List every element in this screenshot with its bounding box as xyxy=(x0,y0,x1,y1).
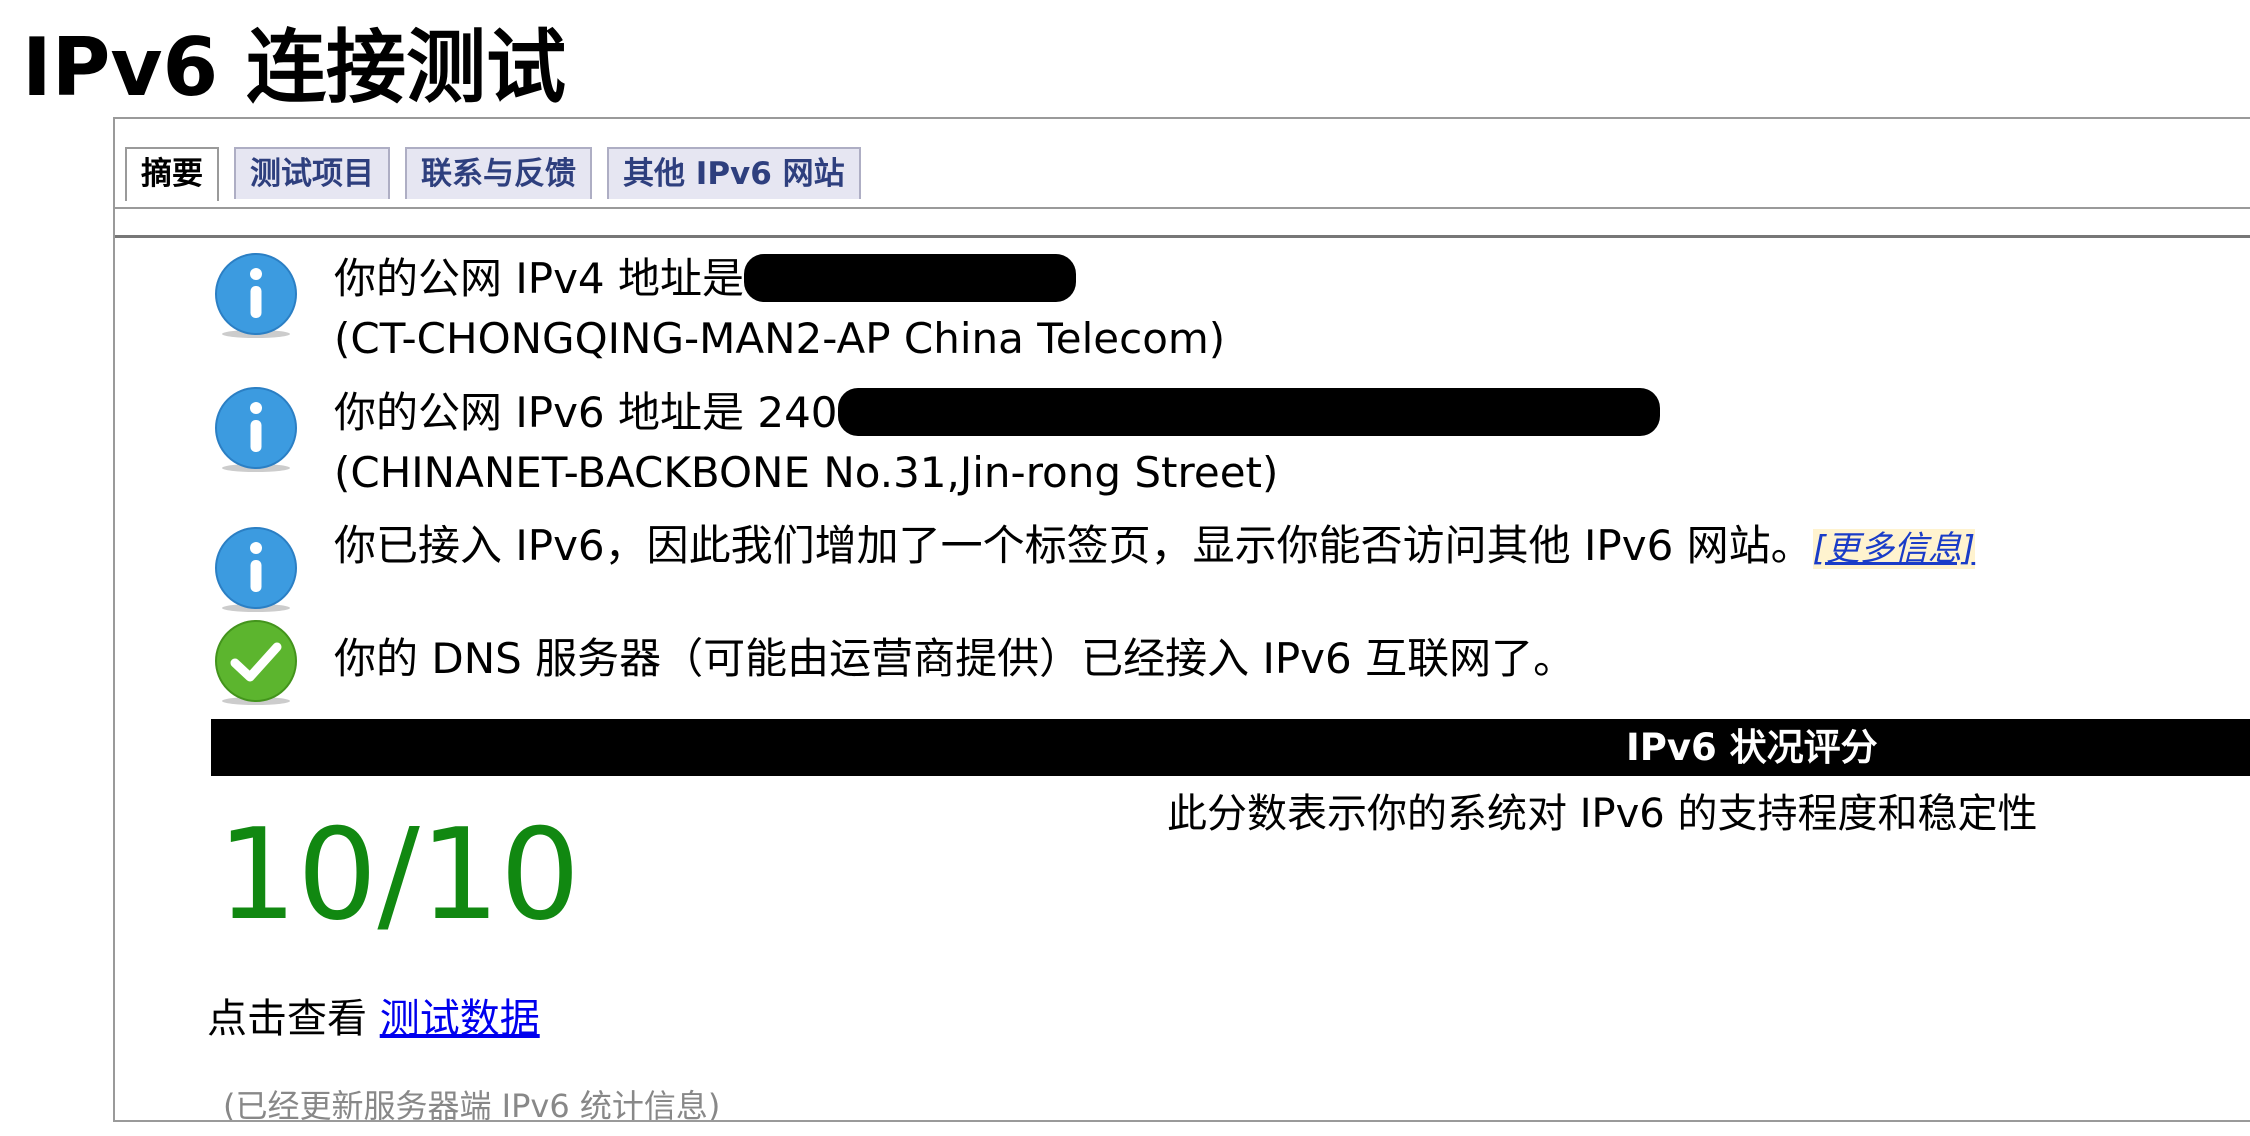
info-icon xyxy=(215,527,297,612)
tab-summary[interactable]: 摘要 xyxy=(125,147,219,201)
ipv6-isp: (CHINANET-BACKBONE No.31,Jin-rong Street… xyxy=(334,448,1279,497)
tab-other-ipv6-sites[interactable]: 其他 IPv6 网站 xyxy=(607,147,861,199)
tab-test-items[interactable]: 测试项目 xyxy=(234,147,390,199)
ipv6-tab-added-text: 你已接入 IPv6，因此我们增加了一个标签页，显示你能否访问其他 IPv6 网站… xyxy=(334,521,1813,570)
ipv6-address-label: 你的公网 IPv6 地址是 240 xyxy=(334,388,838,437)
score-header-bar: IPv6 状况评分 xyxy=(211,719,2250,776)
info-icon xyxy=(215,387,297,472)
stats-updated-note: (已经更新服务器端 IPv6 统计信息) xyxy=(223,1087,721,1122)
tab-bar: 摘要 测试项目 联系与反馈 其他 IPv6 网站 xyxy=(125,147,861,201)
content-divider xyxy=(115,235,2250,238)
dns-text: 你的 DNS 服务器（可能由运营商提供）已经接入 IPv6 互联网了。 xyxy=(334,634,1576,683)
content-frame: 摘要 测试项目 联系与反馈 其他 IPv6 网站 你的公网 IPv4 地址是 (… xyxy=(113,117,2250,1122)
test-data-line: 点击查看 测试数据 xyxy=(207,989,540,1049)
ipv4-isp: (CT-CHONGQING-MAN2-AP China Telecom) xyxy=(334,314,1226,363)
redacted-ipv4-address xyxy=(744,253,1076,302)
ipv4-address-label: 你的公网 IPv4 地址是 xyxy=(334,254,744,303)
test-data-prefix: 点击查看 xyxy=(207,996,380,1042)
test-data-link[interactable]: 测试数据 xyxy=(380,996,540,1042)
score-description: 此分数表示你的系统对 IPv6 的支持程度和稳定性 xyxy=(1167,791,2038,837)
more-info-link[interactable]: [更多信息] xyxy=(1812,529,1976,569)
tab-contact-feedback[interactable]: 联系与反馈 xyxy=(405,147,592,199)
info-icon xyxy=(215,253,297,338)
page-title: IPv6 连接测试 xyxy=(22,21,567,114)
score-value: 10/10 xyxy=(217,801,581,948)
redacted-ipv6-address xyxy=(837,387,1660,436)
score-header-label: IPv6 状况评分 xyxy=(1626,726,1878,769)
check-icon xyxy=(215,620,297,705)
tab-divider xyxy=(115,207,2250,209)
